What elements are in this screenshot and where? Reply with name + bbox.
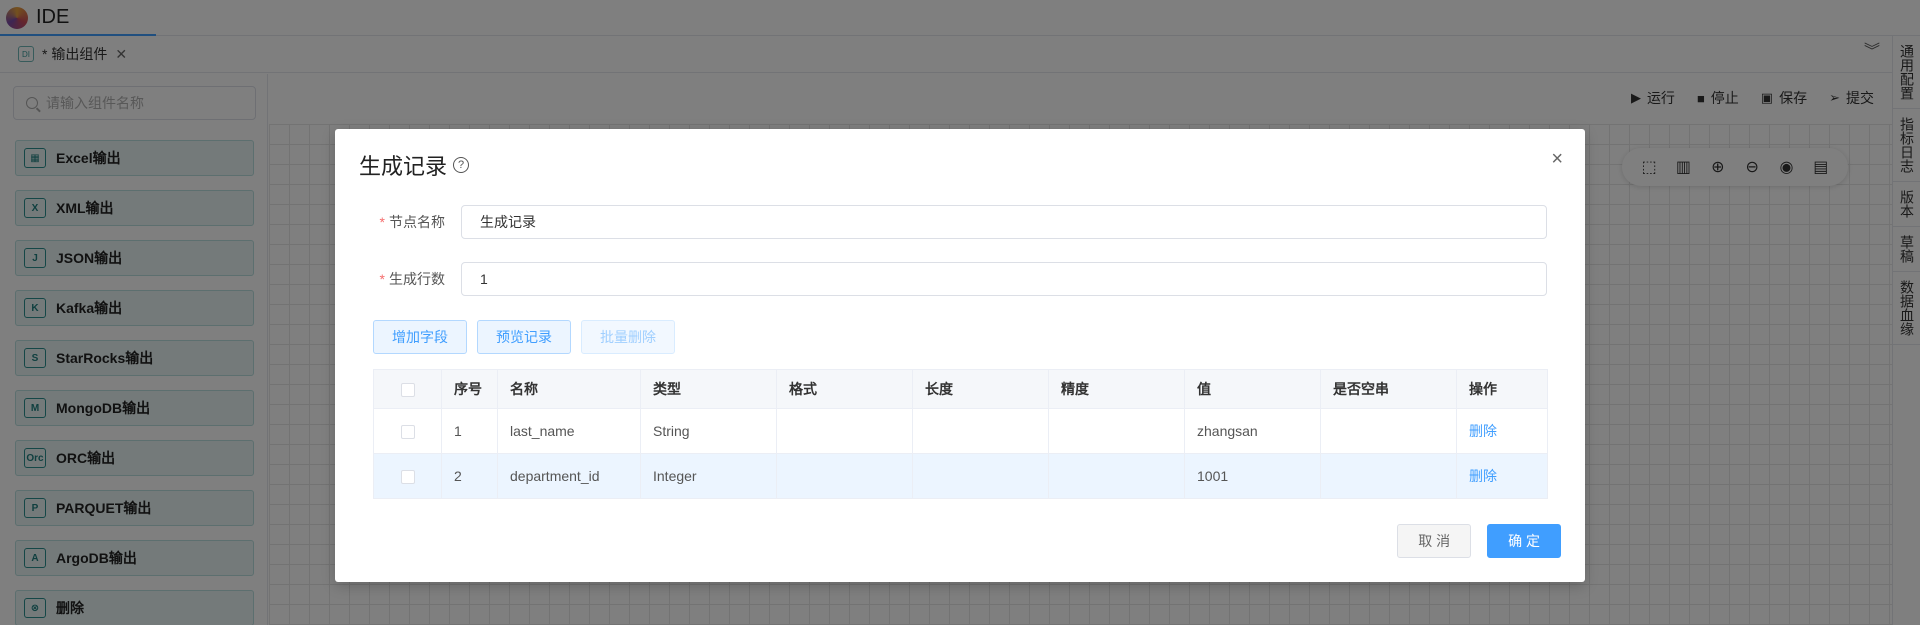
cell-precision[interactable] (1048, 408, 1185, 454)
dialog-title-text: 生成记录 (359, 154, 448, 179)
cell-format[interactable] (776, 453, 913, 499)
cell-action: 删除 (1456, 453, 1548, 499)
row-count-input[interactable] (461, 262, 1547, 296)
cell-action: 删除 (1456, 408, 1548, 454)
table-row[interactable]: 2 department_id Integer 1001 删除 (373, 453, 1548, 499)
cell-type[interactable]: Integer (640, 453, 777, 499)
fields-table: 序号 名称 类型 格式 长度 精度 值 是否空串 操作 1 last_name … (373, 369, 1548, 499)
cell-format[interactable] (776, 408, 913, 454)
delete-row-link[interactable]: 删除 (1469, 468, 1497, 484)
dialog-footer: 取 消 确 定 (1397, 524, 1561, 558)
cell-precision[interactable] (1048, 453, 1185, 499)
cell-empty-string[interactable] (1320, 453, 1457, 499)
row-count-row: * 生成行数 (373, 261, 1547, 297)
col-type: 类型 (640, 369, 777, 409)
table-row[interactable]: 1 last_name String zhangsan 删除 (373, 408, 1548, 454)
generate-records-dialog: 生成记录 ? × *节点名称 *生成行数 增加字段 预览记录 批量删除 序号 名… (335, 129, 1585, 582)
confirm-button[interactable]: 确 定 (1487, 524, 1561, 558)
node-name-row: * 节点名称 (373, 204, 1547, 240)
select-all-cell (373, 369, 442, 409)
col-precision: 精度 (1048, 369, 1185, 409)
dialog-title: 生成记录 ? (359, 149, 470, 181)
select-all-checkbox[interactable] (400, 383, 415, 398)
cancel-button[interactable]: 取 消 (1397, 524, 1472, 558)
add-field-button[interactable]: 增加字段 (373, 320, 467, 354)
field-action-buttons: 增加字段 预览记录 批量删除 (373, 320, 675, 354)
node-name-input[interactable] (461, 205, 1547, 239)
preview-records-button[interactable]: 预览记录 (477, 320, 571, 354)
cell-value[interactable]: zhangsan (1184, 408, 1321, 454)
table-header-row: 序号 名称 类型 格式 长度 精度 值 是否空串 操作 (373, 369, 1548, 409)
col-index: 序号 (441, 369, 498, 409)
delete-row-link[interactable]: 删除 (1469, 423, 1497, 439)
col-value: 值 (1184, 369, 1321, 409)
help-icon[interactable]: ? (453, 157, 470, 173)
col-length: 长度 (912, 369, 1049, 409)
node-name-label: * 节点名称 (379, 214, 445, 230)
col-action: 操作 (1456, 369, 1548, 409)
cell-length[interactable] (912, 408, 1049, 454)
cell-index: 1 (441, 408, 498, 454)
col-name: 名称 (497, 369, 641, 409)
cell-length[interactable] (912, 453, 1049, 499)
batch-delete-button[interactable]: 批量删除 (581, 320, 675, 354)
cell-type[interactable]: String (640, 408, 777, 454)
row-select-cell (373, 408, 442, 454)
col-format: 格式 (776, 369, 913, 409)
cell-name[interactable]: last_name (497, 408, 641, 454)
cell-name[interactable]: department_id (497, 453, 641, 499)
col-empty-string: 是否空串 (1320, 369, 1457, 409)
cell-empty-string[interactable] (1320, 408, 1457, 454)
close-icon[interactable]: × (1551, 149, 1563, 169)
row-checkbox[interactable] (400, 470, 415, 485)
cell-value[interactable]: 1001 (1184, 453, 1321, 499)
row-select-cell (373, 453, 442, 499)
row-count-label: * 生成行数 (379, 271, 445, 287)
cell-index: 2 (441, 453, 498, 499)
row-checkbox[interactable] (400, 425, 415, 440)
